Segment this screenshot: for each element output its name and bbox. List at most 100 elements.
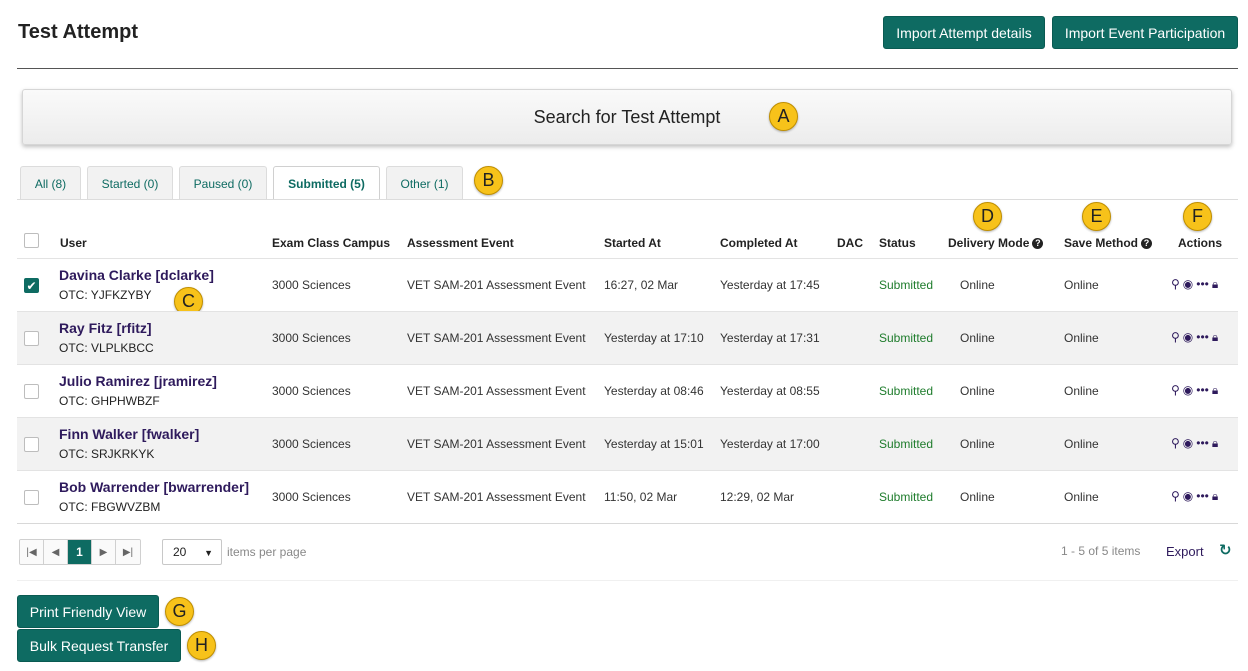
view-icon[interactable]: ◉ [1183,331,1193,343]
more-icon[interactable]: ••• [1196,278,1209,290]
row-checkbox[interactable] [24,384,39,399]
marker-d: D [973,202,1002,231]
delivery-mode-cell: Online [960,384,995,398]
column-header-save-method[interactable]: Save Method? [1064,236,1153,250]
column-header-started[interactable]: Started At [604,236,661,250]
export-link[interactable]: Export [1166,544,1204,559]
delivery-mode-cell: Online [960,331,995,345]
status-cell: Submitted [879,331,934,345]
completed-cell: 12:29, 02 Mar [720,490,795,504]
first-page-button[interactable]: |◀ [20,540,44,564]
started-cell: Yesterday at 08:46 [604,384,704,398]
user-name-link[interactable]: Davina Clarke [dclarke] [59,267,214,283]
tab-submitted[interactable]: Submitted (5) [273,166,380,200]
user-name-link[interactable]: Finn Walker [fwalker] [59,426,199,442]
user-name-link[interactable]: Ray Fitz [rfitz] [59,320,152,336]
lock-icon[interactable]: 🔒︎ [1212,490,1218,502]
marker-b: B [474,166,503,195]
chevron-down-icon: ▼ [204,548,213,558]
tab-all[interactable]: All (8) [20,166,81,200]
row-checkbox[interactable] [24,331,39,346]
search-test-attempt-bar[interactable]: Search for Test Attempt [22,89,1232,145]
started-cell: Yesterday at 15:01 [604,437,704,451]
campus-cell: 3000 Sciences [272,490,351,504]
completed-cell: Yesterday at 17:31 [720,331,820,345]
column-header-completed[interactable]: Completed At [720,236,798,250]
transfer-icon[interactable]: ⚲ [1171,278,1180,290]
campus-cell: 3000 Sciences [272,384,351,398]
save-method-cell: Online [1064,331,1099,345]
marker-e: E [1082,202,1111,231]
view-icon[interactable]: ◉ [1183,490,1193,502]
status-cell: Submitted [879,437,934,451]
user-name-link[interactable]: Bob Warrender [bwarrender] [59,479,249,495]
started-cell: Yesterday at 17:10 [604,331,704,345]
completed-cell: Yesterday at 17:00 [720,437,820,451]
page-number-button[interactable]: 1 [68,540,92,564]
user-name-link[interactable]: Julio Ramirez [jramirez] [59,373,217,389]
lock-icon[interactable]: 🔒︎ [1212,278,1218,290]
column-header-dac[interactable]: DAC [837,236,863,250]
lock-icon[interactable]: 🔒︎ [1212,437,1218,449]
column-header-campus[interactable]: Exam Class Campus [272,236,390,250]
marker-g: G [165,597,194,626]
view-icon[interactable]: ◉ [1183,437,1193,449]
event-cell: VET SAM-201 Assessment Event [407,331,586,345]
lock-icon[interactable]: 🔒︎ [1212,331,1218,343]
transfer-icon[interactable]: ⚲ [1171,384,1180,396]
bulk-request-transfer-button[interactable]: Bulk Request Transfer [17,629,181,662]
view-icon[interactable]: ◉ [1183,278,1193,290]
tab-paused[interactable]: Paused (0) [179,166,267,200]
more-icon[interactable]: ••• [1196,331,1209,343]
search-bar-label: Search for Test Attempt [533,106,721,127]
refresh-icon[interactable]: ↻ [1219,541,1232,559]
prev-page-button[interactable]: ◀ [44,540,68,564]
lock-icon[interactable]: 🔒︎ [1212,384,1218,396]
save-method-cell: Online [1064,278,1099,292]
transfer-icon[interactable]: ⚲ [1171,437,1180,449]
column-header-status[interactable]: Status [879,236,916,250]
import-event-participation-button[interactable]: Import Event Participation [1052,16,1238,49]
completed-cell: Yesterday at 08:55 [720,384,820,398]
save-method-cell: Online [1064,490,1099,504]
row-checkbox[interactable] [24,490,39,505]
pager-range-text: 1 - 5 of 5 items [1061,544,1141,558]
tab-other[interactable]: Other (1) [386,166,463,200]
tab-started[interactable]: Started (0) [87,166,173,200]
row-actions: ⚲ ◉ ••• 🔒︎ [1171,278,1218,290]
table-bottom-border [17,523,1238,524]
row-actions: ⚲ ◉ ••• 🔒︎ [1171,437,1218,449]
row-checkbox[interactable] [24,437,39,452]
transfer-icon[interactable]: ⚲ [1171,490,1180,502]
row-checkbox[interactable]: ✔ [24,278,39,293]
help-icon[interactable]: ? [1032,238,1044,249]
view-icon[interactable]: ◉ [1183,384,1193,396]
tabs-divider [17,199,1238,200]
save-method-cell: Online [1064,437,1099,451]
print-friendly-view-button[interactable]: Print Friendly View [17,595,159,628]
page-title: Test Attempt [18,21,138,43]
more-icon[interactable]: ••• [1196,490,1209,502]
save-method-label: Save Method [1064,236,1139,250]
otc-code: OTC: GHPHWBZF [59,394,160,408]
help-icon[interactable]: ? [1141,238,1153,249]
started-cell: 11:50, 02 Mar [604,490,678,504]
more-icon[interactable]: ••• [1196,384,1209,396]
next-page-button[interactable]: ▶ [92,540,116,564]
page-size-select[interactable]: 20 ▼ [162,539,222,565]
column-header-user[interactable]: User [60,236,87,250]
delivery-mode-cell: Online [960,490,995,504]
column-header-event[interactable]: Assessment Event [407,236,514,250]
delivery-mode-label: Delivery Mode [948,236,1030,250]
status-cell: Submitted [879,278,934,292]
transfer-icon[interactable]: ⚲ [1171,331,1180,343]
event-cell: VET SAM-201 Assessment Event [407,384,586,398]
otc-code: OTC: FBGWVZBM [59,500,161,514]
column-header-delivery-mode[interactable]: Delivery Mode? [948,236,1044,250]
more-icon[interactable]: ••• [1196,437,1209,449]
select-all-checkbox[interactable] [24,233,39,248]
last-page-button[interactable]: ▶| [116,540,140,564]
import-attempt-details-button[interactable]: Import Attempt details [883,16,1045,49]
table-row: Ray Fitz [rfitz] OTC: VLPLKBCC 3000 Scie… [17,311,1238,364]
otc-code: OTC: VLPLKBCC [59,341,154,355]
